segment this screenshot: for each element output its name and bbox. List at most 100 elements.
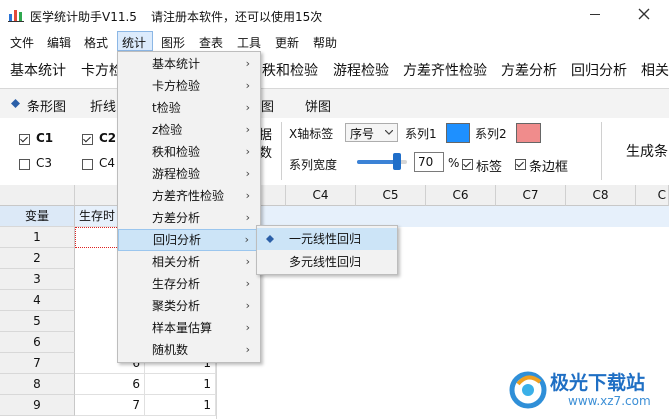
checkbox-c4-label: C4 [99,156,116,170]
x-axis-label: X轴标签 [289,127,334,141]
dd-chi-square[interactable]: 卡方检验 › [118,75,260,97]
dd-correlation[interactable]: 相关分析 › [118,251,260,273]
dd-basic-stats[interactable]: 基本统计 › [118,53,260,75]
dd-correlation-label: 相关分析 [152,255,201,269]
menu-help[interactable]: 帮助 [313,34,337,51]
menu-format[interactable]: 格式 [84,34,108,51]
dd-z-test[interactable]: z检验 › [118,119,260,141]
menu-tools[interactable]: 工具 [237,34,261,51]
chart-tab-other[interactable]: 图 [261,96,274,115]
tab-rank-sum[interactable]: 秩和检验 [262,60,318,80]
column-header-c4[interactable]: C4 [286,185,356,206]
chevron-right-icon: › [245,145,250,158]
series2-label: 系列2 [475,127,507,141]
chevron-right-icon: › [245,101,250,114]
row-header[interactable]: 5 [0,311,75,332]
dd-t-test[interactable]: t检验 › [118,97,260,119]
grid-cell[interactable]: 7 [75,395,145,416]
watermark-url: www.xz7.com [568,394,651,408]
series-width-slider-thumb[interactable] [393,153,401,170]
chevron-right-icon: › [245,255,250,268]
menu-file[interactable]: 文件 [10,34,34,51]
dd-runs-test-label: 游程检验 [152,167,201,181]
submenu-simple-linear[interactable]: 一元线性回归 [257,228,397,250]
series2-color-swatch[interactable] [516,123,541,143]
checkbox-c2[interactable] [82,134,93,145]
grid-cell[interactable]: 1 [145,395,216,416]
column-header-c5[interactable]: C5 [356,185,426,206]
tab-regression[interactable]: 回归分析 [571,60,627,80]
tab-correlation[interactable]: 相关 [641,60,669,80]
row-header[interactable]: 1 [0,227,75,248]
menu-graphics[interactable]: 图形 [161,34,185,51]
grid-cell[interactable]: 1 [145,374,216,395]
column-header-c8[interactable]: C8 [566,185,636,206]
watermark-logo-icon [509,371,547,409]
dd-regression[interactable]: 回归分析 › [118,229,260,251]
chevron-right-icon: › [244,233,249,246]
dd-basic-stats-label: 基本统计 [152,57,201,71]
row-header[interactable]: 4 [0,290,75,311]
tab-anova[interactable]: 方差分析 [501,60,557,80]
dd-homogeneity[interactable]: 方差齐性检验 › [118,185,260,207]
close-icon[interactable] [636,6,652,22]
checkbox-tag[interactable] [462,159,473,170]
dd-z-test-label: z检验 [152,123,183,137]
menu-update[interactable]: 更新 [275,34,299,51]
chart-tab-pie[interactable]: 饼图 [305,96,331,115]
series-width-slider-fill [357,160,395,164]
generate-chart-button[interactable]: 生成条 [626,141,668,161]
checkbox-c1-label: C1 [36,131,54,145]
x-axis-select[interactable]: 序号 [345,123,398,142]
dd-cluster-label: 聚类分析 [152,299,201,313]
dd-regression-label: 回归分析 [153,233,202,247]
submenu-multiple-linear[interactable]: 多元线性回归 [257,251,397,273]
chart-tab-bar[interactable]: 条形图 [27,96,66,115]
minimize-icon[interactable] [590,14,600,15]
row-header[interactable]: 6 [0,332,75,353]
chevron-right-icon: › [245,57,250,70]
column-header-c6[interactable]: C6 [426,185,496,206]
dd-anova[interactable]: 方差分析 › [118,207,260,229]
series-width-input[interactable]: 70 [414,152,444,172]
checkbox-c4[interactable] [82,159,93,170]
dd-runs-test[interactable]: 游程检验 › [118,163,260,185]
chevron-right-icon: › [245,299,250,312]
chart-tab-line[interactable]: 折线 [90,96,116,115]
chevron-right-icon: › [245,167,250,180]
row-header[interactable]: 3 [0,269,75,290]
tab-basic-stats[interactable]: 基本统计 [10,60,66,80]
grid-cell[interactable]: 6 [75,374,145,395]
dd-sample-size-label: 样本量估算 [152,321,213,335]
checkbox-border[interactable] [515,159,526,170]
checkbox-c3[interactable] [19,159,30,170]
dd-rank-sum-label: 秩和检验 [152,145,201,159]
row-header[interactable]: 2 [0,248,75,269]
menu-statistics[interactable]: 统计 [122,34,146,51]
checkbox-border-label: 条边框 [529,160,569,175]
tab-runs-test[interactable]: 游程检验 [333,60,389,80]
row-header[interactable]: 8 [0,374,75,395]
menu-edit[interactable]: 编辑 [47,34,71,51]
column-header-c9[interactable]: C [636,185,669,206]
row-header[interactable]: 7 [0,353,75,374]
dd-survival[interactable]: 生存分析 › [118,273,260,295]
column-header-c7[interactable]: C7 [496,185,566,206]
x-axis-select-value: 序号 [350,127,375,141]
dd-rank-sum[interactable]: 秩和检验 › [118,141,260,163]
dd-sample-size[interactable]: 样本量估算 › [118,317,260,339]
row-header-variable[interactable]: 变量 [0,206,75,227]
series1-color-swatch[interactable] [446,123,470,143]
checkbox-c1[interactable] [19,134,30,145]
tab-homogeneity[interactable]: 方差齐性检验 [403,60,487,80]
checkbox-c3-label: C3 [36,156,53,170]
submenu-multiple-linear-label: 多元线性回归 [289,255,362,269]
menu-lookup[interactable]: 查表 [199,34,223,51]
row-header[interactable]: 9 [0,395,75,416]
dd-random-number-label: 随机数 [152,343,189,357]
dd-cluster[interactable]: 聚类分析 › [118,295,260,317]
dd-survival-label: 生存分析 [152,277,201,291]
series-width-label: 系列宽度 [289,158,338,172]
dd-chi-square-label: 卡方检验 [152,79,201,93]
dd-random-number[interactable]: 随机数 › [118,339,260,361]
